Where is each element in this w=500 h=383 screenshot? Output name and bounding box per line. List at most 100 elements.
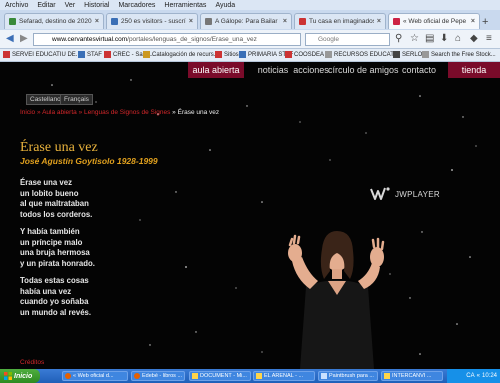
url-domain: www.cervantesvirtual.com xyxy=(52,36,128,43)
nav-circulo-de-amigos[interactable]: círculo de amigos xyxy=(328,62,399,78)
system-tray: CA « 10:24 xyxy=(447,369,500,383)
document-icon xyxy=(256,373,262,379)
menu-archivo[interactable]: Archivo xyxy=(5,2,28,9)
menu-ayuda[interactable]: Ayuda xyxy=(215,2,235,9)
close-icon[interactable]: × xyxy=(471,18,475,25)
bookmark-icon xyxy=(78,51,85,58)
tab-favicon xyxy=(299,18,306,25)
tab-bar: Sefarad, destino de 2020... × 250 es vis… xyxy=(0,10,500,30)
start-label: Inicio xyxy=(14,372,33,380)
nav-tienda[interactable]: tienda xyxy=(448,62,500,78)
bookmark-item[interactable]: SERVEI EDUCATIU DE... xyxy=(3,51,81,58)
taskbar-item-label: DOCUMENT - Mi... xyxy=(200,373,247,379)
close-icon[interactable]: × xyxy=(189,18,193,25)
document-icon xyxy=(192,373,198,379)
tab-title: Tu casa en imaginados, Antonio... xyxy=(309,18,374,25)
page-content: aula abierta noticias acciones círculo d… xyxy=(0,62,500,369)
bookmark-item[interactable]: Search the Free Stock... xyxy=(422,51,496,58)
breadcrumb-link-inicio[interactable]: Inicio xyxy=(20,109,35,116)
tray-expand-icon[interactable]: « xyxy=(477,373,480,379)
poem-stanza: Todas estas cosas había una vez cuando y… xyxy=(20,276,130,318)
poem-stanza: Érase una vez un lobito bueno al que mal… xyxy=(20,178,130,220)
menu-historial[interactable]: Historial xyxy=(84,2,109,9)
breadcrumb-link-aula-abierta[interactable]: Aula abierta xyxy=(42,109,77,116)
home-icon[interactable]: ⌂ xyxy=(455,34,461,44)
windows-logo-icon xyxy=(4,372,12,380)
bookmark-label: Search the Free Stock... xyxy=(431,51,496,58)
tab-5-active[interactable]: « Web oficial de Pepe Bucle... × xyxy=(388,13,480,29)
search-icon[interactable]: ⚲ xyxy=(395,34,402,44)
poem-line: y un pirata honrado. xyxy=(20,258,95,268)
nav-noticias[interactable]: noticias xyxy=(252,62,294,78)
video-player-brand: JWPLAYER xyxy=(395,189,440,199)
menu-herramientas[interactable]: Herramientas xyxy=(164,2,206,9)
tab-2[interactable]: 250 es visitors - suscríbete × xyxy=(106,13,198,29)
url-path: /portales/lenguas_de_signos/Erase_una_ve… xyxy=(127,36,257,43)
credits-link[interactable]: Créditos xyxy=(20,359,44,366)
menu-editar[interactable]: Editar xyxy=(37,2,55,9)
taskbar-item-firefox[interactable]: « Web oficial d... xyxy=(62,371,128,381)
bookmark-icon xyxy=(104,51,111,58)
lang-francais-button[interactable]: Français xyxy=(60,94,93,105)
taskbar-item-edebe[interactable]: Edebé - libros ... xyxy=(131,371,185,381)
menu-ver[interactable]: Ver xyxy=(65,2,76,9)
language-indicator[interactable]: CA xyxy=(466,373,474,379)
breadcrumb-link-lenguas[interactable]: Lenguas de Signos de Signes xyxy=(84,109,170,116)
bookmark-icon xyxy=(3,51,10,58)
bookmark-icon xyxy=(325,51,332,58)
poem-line: Érase una vez xyxy=(20,178,73,187)
bookmark-icon xyxy=(422,51,429,58)
tab-1[interactable]: Sefarad, destino de 2020... × xyxy=(4,13,104,29)
close-icon[interactable]: × xyxy=(283,18,287,25)
bookmark-item[interactable]: RECURSOS EDUCATI... xyxy=(325,51,401,58)
tab-title: Sefarad, destino de 2020... xyxy=(19,18,92,25)
lang-castellano-button[interactable]: Castellano xyxy=(26,94,65,105)
poem-line: cuando yo soñaba xyxy=(20,297,89,306)
library-icon[interactable]: ▤ xyxy=(425,34,434,44)
bookmarks-bar: SERVEI EDUCATIU DE... STAF CREC - Sant..… xyxy=(0,49,500,62)
taskbar-item-document[interactable]: DOCUMENT - Mi... xyxy=(189,371,251,381)
back-icon[interactable]: ◀ xyxy=(6,34,14,44)
download-icon[interactable]: ⬇ xyxy=(440,34,448,44)
taskbar-item-intercanvi[interactable]: INTERCANVI ... xyxy=(381,371,443,381)
page-title: Érase una vez xyxy=(20,140,98,155)
bookmark-item[interactable]: Catalogación de recurs... xyxy=(143,51,219,58)
start-button[interactable]: Inicio xyxy=(0,369,40,383)
bookmark-item[interactable]: STAF xyxy=(78,51,102,58)
bookmark-label: STAF xyxy=(87,51,102,58)
extension-icon[interactable]: ◆ xyxy=(470,34,478,44)
bookmark-item[interactable]: Sitios xyxy=(215,51,239,58)
sign-language-interpreter-video[interactable] xyxy=(282,209,392,369)
bookmark-star-icon[interactable]: ☆ xyxy=(410,34,419,44)
nav-contacto[interactable]: contacto xyxy=(394,62,444,78)
tab-title: 250 es visitors - suscríbete xyxy=(121,18,186,25)
browser-menubar: Archivo Editar Ver Historial Marcadores … xyxy=(0,0,500,10)
breadcrumb-separator: » xyxy=(170,109,178,116)
tab-favicon xyxy=(205,18,212,25)
new-tab-icon[interactable]: + xyxy=(482,16,488,28)
taskbar-item-label: INTERCANVI ... xyxy=(392,373,432,379)
nav-aula-abierta[interactable]: aula abierta xyxy=(188,62,244,78)
poem-line: Todas estas cosas xyxy=(20,276,89,285)
forward-icon[interactable]: ▶ xyxy=(20,34,28,44)
search-input[interactable]: Google xyxy=(305,33,390,46)
poem-author: José Agustín Goytisolo 1928-1999 xyxy=(20,156,158,166)
nav-acciones[interactable]: acciones xyxy=(290,62,332,78)
poem-line: un príncipe malo xyxy=(20,237,83,247)
breadcrumb: Inicio » Aula abierta » Lenguas de Signo… xyxy=(20,109,219,116)
bookmark-icon xyxy=(285,51,292,58)
tab-4[interactable]: Tu casa en imaginados, Antonio... × xyxy=(294,13,386,29)
menu-icon[interactable]: ≡ xyxy=(486,34,492,44)
tab-title: A Gálope: Para Bailar I... xyxy=(215,18,280,25)
bookmark-item[interactable]: COOSDEA xyxy=(285,51,324,58)
paint-icon xyxy=(321,373,327,379)
url-bar[interactable]: www.cervantesvirtual.com/portales/lengua… xyxy=(33,33,301,46)
close-icon[interactable]: × xyxy=(377,18,381,25)
bookmark-icon xyxy=(393,51,400,58)
close-icon[interactable]: × xyxy=(95,18,99,25)
taskbar-item-paintbrush[interactable]: Paintbrush para ... xyxy=(318,371,378,381)
tab-3[interactable]: A Gálope: Para Bailar I... × xyxy=(200,13,292,29)
menu-marcadores[interactable]: Marcadores xyxy=(118,2,155,9)
taskbar-item-arenal[interactable]: EL ARENAL - ... xyxy=(253,371,315,381)
tab-favicon xyxy=(9,18,16,25)
